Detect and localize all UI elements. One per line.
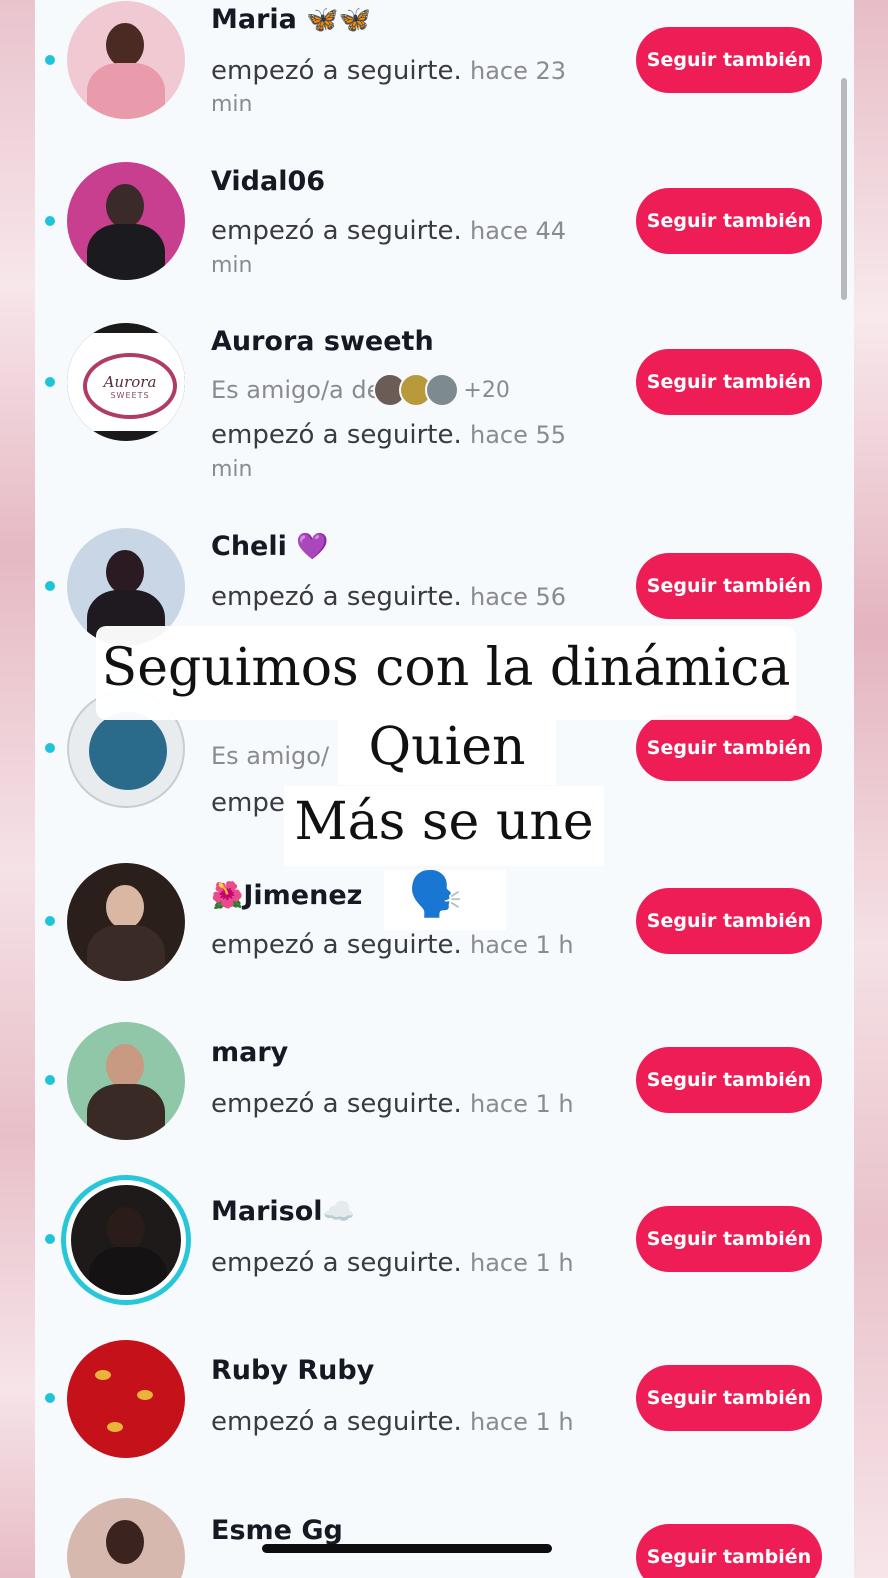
- activity-text: empezó a seguirte. hace 23: [211, 56, 566, 86]
- follow-back-button[interactable]: Seguir también: [636, 888, 822, 954]
- cloud-emoji: ☁️: [322, 1197, 355, 1227]
- timestamp: hace 56: [470, 583, 567, 611]
- avatar[interactable]: [67, 1, 185, 119]
- follow-back-button[interactable]: Seguir también: [636, 27, 822, 93]
- mutual-friends-count: +20: [463, 377, 510, 403]
- avatar[interactable]: Aurora SWEETS: [67, 323, 185, 441]
- activity-text: empe: [211, 788, 285, 818]
- mutual-friends[interactable]: Es amigo/: [211, 742, 329, 770]
- unread-dot: [45, 1075, 55, 1085]
- list-item[interactable]: Marisol☁️ empezó a seguirte. hace 1 h Se…: [35, 1180, 854, 1330]
- activity-text: empezó a seguirte. hace 1 h: [211, 1248, 574, 1278]
- unread-dot: [45, 916, 55, 926]
- list-item[interactable]: Esme Gg Seguir también: [35, 1497, 854, 1578]
- activity-text: empezó a seguirte. hace 1 h: [211, 930, 574, 960]
- list-item[interactable]: mary empezó a seguirte. hace 1 h Seguir …: [35, 1021, 854, 1171]
- activity-text: empezó a seguirte. hace 55: [211, 420, 566, 450]
- background-left-edge: [0, 0, 35, 1578]
- avatar[interactable]: [67, 162, 185, 280]
- mutual-friends-label: Es amigo/: [211, 742, 330, 770]
- user-name[interactable]: Esme Gg: [211, 1515, 343, 1546]
- unread-dot: [45, 581, 55, 591]
- user-name[interactable]: Cheli 💜: [211, 531, 329, 562]
- mutual-friend-avatar: [425, 373, 460, 407]
- purple-heart-emoji: 💜: [296, 532, 329, 562]
- user-name[interactable]: Vidal06: [211, 166, 325, 197]
- user-name-text: Jimenez: [243, 880, 363, 911]
- hibiscus-emoji: 🌺: [211, 881, 244, 911]
- unread-dot: [45, 377, 55, 387]
- follow-back-button[interactable]: Seguir también: [636, 715, 822, 781]
- action-text: empezó a seguirte.: [211, 1248, 462, 1278]
- action-text: empezó a seguirte.: [211, 420, 462, 450]
- action-text: empezó a seguirte.: [211, 216, 462, 246]
- timestamp: hace 1 h: [470, 1249, 574, 1277]
- timestamp-unit: min: [211, 457, 253, 482]
- follow-back-button[interactable]: Seguir también: [636, 1524, 822, 1578]
- user-name[interactable]: Ruby Ruby: [211, 1355, 374, 1386]
- user-name[interactable]: Marisol☁️: [211, 1196, 355, 1227]
- action-text: empezó a seguirte.: [211, 930, 462, 960]
- home-indicator[interactable]: [262, 1544, 552, 1553]
- list-item[interactable]: Vidal06 empezó a seguirte. hace 44 min S…: [35, 160, 854, 310]
- avatar-with-story-ring[interactable]: [71, 1185, 181, 1295]
- action-text: empezó a seguirte.: [211, 1407, 462, 1437]
- timestamp-unit: min: [211, 92, 253, 117]
- action-text: empezó a seguirte.: [211, 582, 462, 612]
- user-name-text: Marisol: [211, 1196, 323, 1227]
- avatar[interactable]: [67, 1498, 185, 1578]
- user-name-text: Maria: [211, 4, 297, 35]
- activity-text: empezó a seguirte. hace 1 h: [211, 1089, 574, 1119]
- avatar[interactable]: [67, 1340, 185, 1458]
- caption-line-2: Quien: [368, 717, 526, 777]
- unread-dot: [45, 216, 55, 226]
- follow-back-button[interactable]: Seguir también: [636, 1047, 822, 1113]
- avatar[interactable]: [67, 1022, 185, 1140]
- user-name[interactable]: Aurora sweeth: [211, 326, 434, 357]
- timestamp: hace 44: [470, 217, 567, 245]
- speaking-head-emoji: 🗣️: [408, 869, 463, 920]
- mutual-friends[interactable]: Es amigo/a de +20: [211, 373, 510, 407]
- unread-dot: [45, 743, 55, 753]
- unread-dot: [45, 1393, 55, 1403]
- follow-back-button[interactable]: Seguir también: [636, 1365, 822, 1431]
- logo-text: Aurora: [103, 372, 157, 391]
- caption-line-1: Seguimos con la dinámica: [101, 638, 791, 698]
- activity-text: empezó a seguirte. hace 1 h: [211, 1407, 574, 1437]
- timestamp: hace 55: [470, 421, 567, 449]
- timestamp-unit: min: [211, 253, 253, 278]
- user-name-text: Cheli: [211, 531, 287, 562]
- follow-back-button[interactable]: Seguir también: [636, 1206, 822, 1272]
- action-text: empezó a seguirte.: [211, 56, 462, 86]
- timestamp: hace 23: [470, 57, 567, 85]
- seagull-badge-icon: [89, 712, 167, 790]
- follow-back-button[interactable]: Seguir también: [636, 349, 822, 415]
- scrollbar[interactable]: [841, 78, 847, 300]
- caption-line-3: Más se une: [294, 792, 594, 852]
- background-right-edge: [854, 0, 888, 1578]
- logo-subtext: SWEETS: [110, 390, 150, 400]
- user-name[interactable]: Maria 🦋🦋: [211, 4, 371, 35]
- list-item[interactable]: Aurora SWEETS Aurora sweeth Es amigo/a d…: [35, 321, 854, 491]
- unread-dot: [45, 1234, 55, 1244]
- action-text: empezó a seguirte.: [211, 1089, 462, 1119]
- butterfly-emoji: 🦋🦋: [306, 5, 372, 35]
- avatar[interactable]: [67, 863, 185, 981]
- timestamp: hace 1 h: [470, 931, 574, 959]
- user-name[interactable]: mary: [211, 1037, 288, 1068]
- list-item[interactable]: Ruby Ruby empezó a seguirte. hace 1 h Se…: [35, 1339, 854, 1489]
- list-item[interactable]: Maria 🦋🦋 empezó a seguirte. hace 23 min …: [35, 0, 854, 150]
- unread-dot: [45, 55, 55, 65]
- timestamp: hace 1 h: [470, 1408, 574, 1436]
- aurora-sweets-logo: Aurora SWEETS: [83, 353, 177, 419]
- action-text: empe: [211, 788, 285, 818]
- user-name[interactable]: 🌺Jimenez: [211, 880, 362, 911]
- follow-back-button[interactable]: Seguir también: [636, 188, 822, 254]
- follow-back-button[interactable]: Seguir también: [636, 553, 822, 619]
- timestamp: hace 1 h: [470, 1090, 574, 1118]
- activity-text: empezó a seguirte. hace 56: [211, 582, 566, 612]
- mutual-friends-label: Es amigo/a de: [211, 376, 382, 404]
- activity-text: empezó a seguirte. hace 44: [211, 216, 566, 246]
